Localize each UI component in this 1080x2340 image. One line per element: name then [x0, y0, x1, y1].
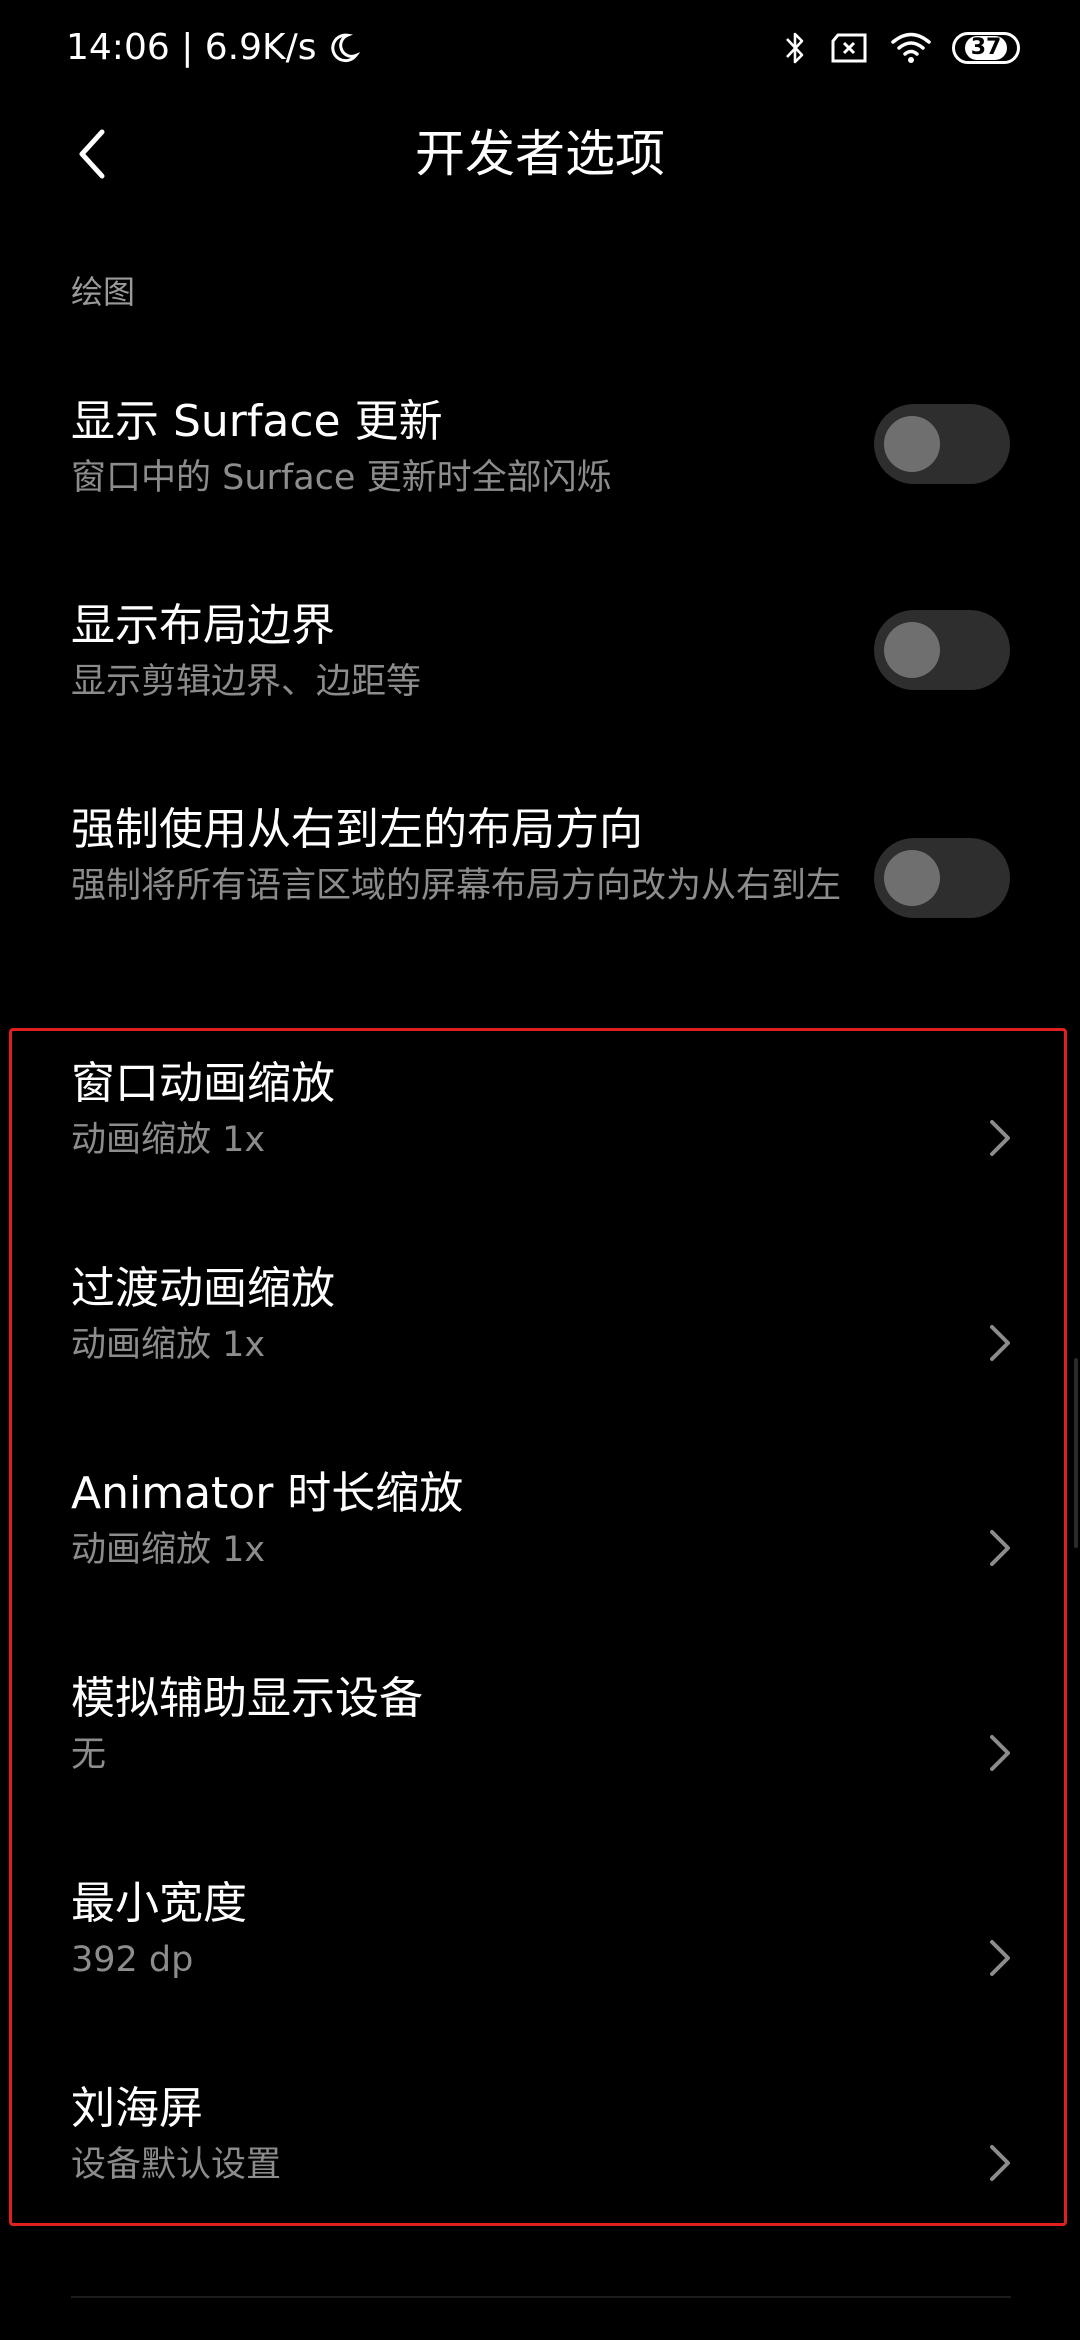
setting-subtitle: 动画缩放 1x [71, 1120, 266, 1160]
bluetooth-icon [786, 32, 804, 64]
status-time-text: 14:06 | 6.9K/s [66, 27, 317, 68]
moon-icon [330, 33, 360, 63]
scrollbar[interactable] [1074, 1358, 1078, 1548]
setting-title: 刘海屏 [71, 2083, 203, 2134]
setting-smallest-width[interactable]: 最小宽度 392 dp [0, 1860, 1080, 2060]
setting-show-surface-updates[interactable]: 显示 Surface 更新 窗口中的 Surface 更新时全部闪烁 [0, 370, 1080, 520]
show-surface-updates-toggle[interactable] [874, 404, 1010, 484]
setting-title: 最小宽度 [71, 1878, 247, 1929]
sim-icon [831, 33, 867, 63]
setting-notch-display[interactable]: 刘海屏 设备默认设置 [0, 2065, 1080, 2225]
status-bar: 14:06 | 6.9K/s 37 [0, 0, 1080, 96]
toggle-knob [884, 850, 940, 906]
setting-simulate-secondary-displays[interactable]: 模拟辅助显示设备 无 [0, 1655, 1080, 1855]
chevron-right-icon [990, 1120, 1010, 1156]
setting-subtitle: 动画缩放 1x [71, 1530, 266, 1570]
setting-show-layout-bounds[interactable]: 显示布局边界 显示剪辑边界、边距等 [0, 578, 1080, 728]
setting-title: 强制使用从右到左的布局方向 [71, 804, 643, 855]
setting-subtitle: 窗口中的 Surface 更新时全部闪烁 [71, 458, 612, 498]
battery-icon: 37 [952, 32, 1020, 64]
status-icons: 37 [780, 24, 1020, 72]
show-layout-bounds-toggle[interactable] [874, 610, 1010, 690]
setting-subtitle: 设备默认设置 [71, 2145, 282, 2185]
setting-title: 模拟辅助显示设备 [71, 1673, 423, 1724]
app-bar: 开发者选项 [0, 96, 1080, 212]
battery-level: 37 [964, 36, 1008, 60]
setting-subtitle: 392 dp [71, 1940, 194, 1980]
setting-title: 显示布局边界 [71, 600, 335, 651]
status-time-speed: 14:06 | 6.9K/s [66, 24, 361, 72]
setting-subtitle: 强制将所有语言区域的屏幕布局方向改为从右到左 [71, 866, 842, 906]
divider [71, 2296, 1011, 2298]
chevron-right-icon [990, 2145, 1010, 2181]
setting-title: 窗口动画缩放 [71, 1058, 335, 1109]
toggle-knob [884, 416, 940, 472]
setting-title: Animator 时长缩放 [71, 1468, 464, 1519]
chevron-right-icon [990, 1530, 1010, 1566]
toggle-knob [884, 622, 940, 678]
wifi-icon [891, 32, 931, 63]
section-header: 绘图 [71, 273, 136, 311]
setting-window-animation-scale[interactable]: 窗口动画缩放 动画缩放 1x [0, 1040, 1080, 1240]
setting-subtitle: 无 [71, 1735, 107, 1775]
setting-force-rtl-layout[interactable]: 强制使用从右到左的布局方向 强制将所有语言区域的屏幕布局方向改为从右到左 [0, 790, 1080, 990]
setting-title: 显示 Surface 更新 [71, 396, 443, 447]
chevron-right-icon [990, 1735, 1010, 1771]
setting-subtitle: 动画缩放 1x [71, 1325, 266, 1365]
force-rtl-layout-toggle[interactable] [874, 838, 1010, 918]
setting-transition-animation-scale[interactable]: 过渡动画缩放 动画缩放 1x [0, 1245, 1080, 1445]
setting-subtitle: 显示剪辑边界、边距等 [71, 662, 422, 702]
chevron-right-icon [990, 1940, 1010, 1976]
page-title: 开发者选项 [415, 125, 665, 183]
chevron-right-icon [990, 1325, 1010, 1361]
setting-title: 过渡动画缩放 [71, 1263, 335, 1314]
setting-animator-duration-scale[interactable]: Animator 时长缩放 动画缩放 1x [0, 1450, 1080, 1650]
